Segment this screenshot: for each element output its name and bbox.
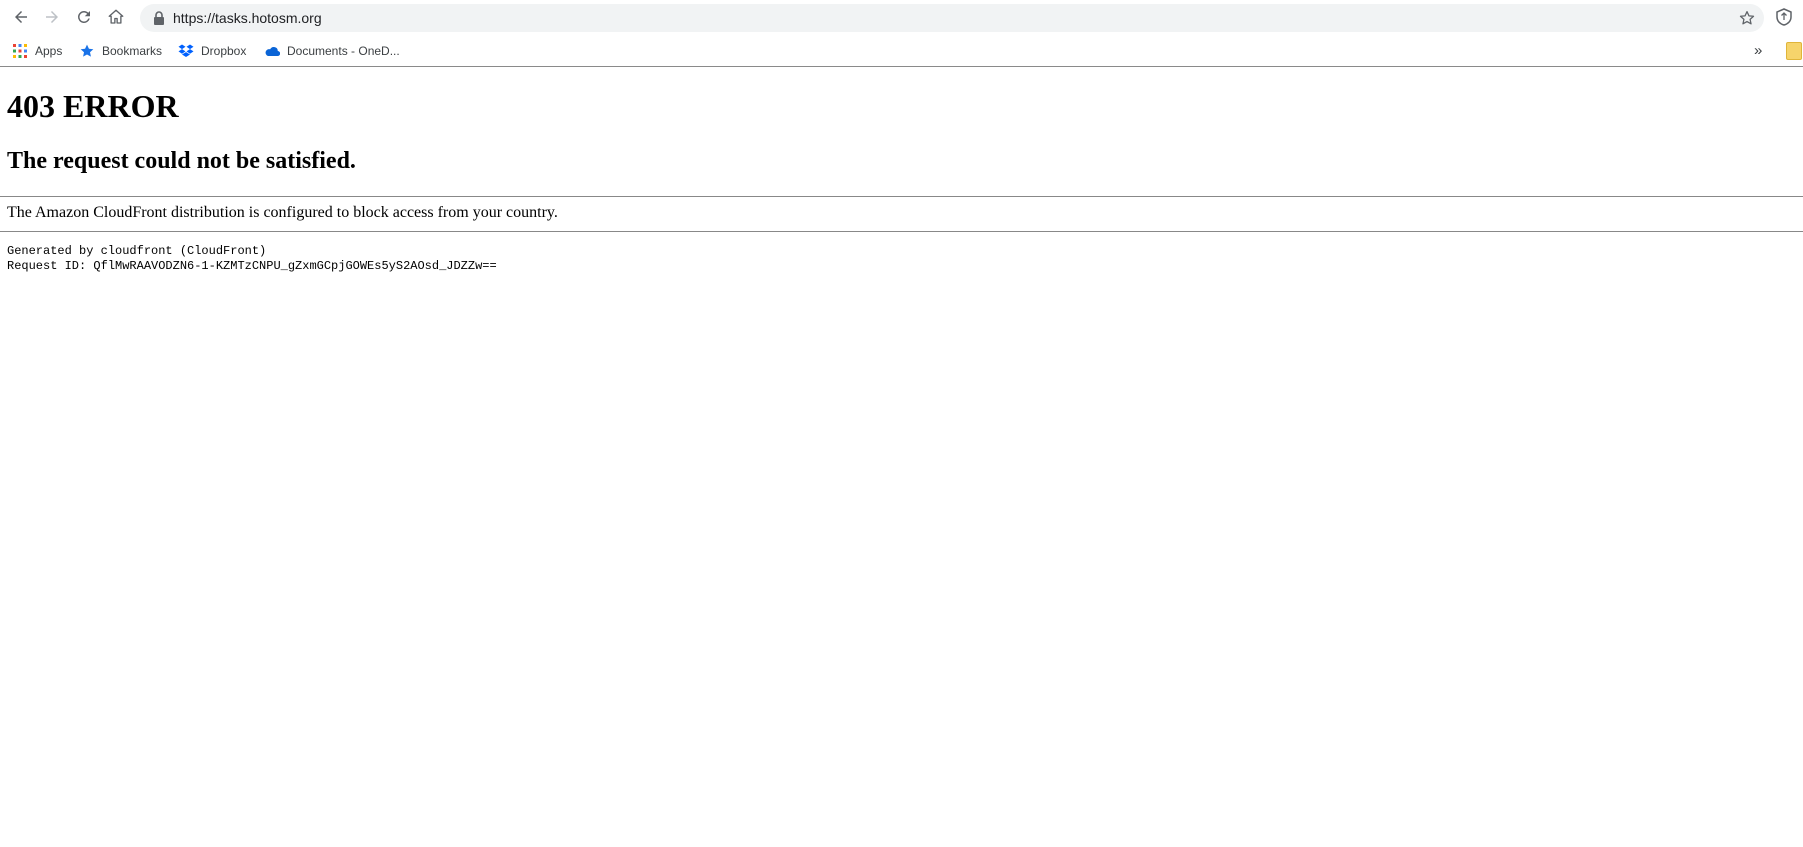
bookmark-label: Documents - OneD... — [287, 44, 400, 58]
error-message: The Amazon CloudFront distribution is co… — [7, 204, 558, 221]
forward-button[interactable] — [39, 4, 65, 30]
arrow-right-icon — [46, 11, 58, 23]
request-id-text: Request ID: QflMwRAAVODZN6-1-KZMTzCNPU_g… — [7, 259, 497, 273]
divider — [0, 196, 1803, 197]
home-icon — [108, 9, 124, 24]
reload-icon — [77, 10, 90, 23]
star-icon — [80, 44, 94, 57]
page-title: 403 ERROR — [7, 88, 179, 124]
url-text[interactable]: https://tasks.hotosm.org — [173, 10, 322, 26]
bookmark-dropbox[interactable]: Dropbox — [178, 41, 246, 61]
shield-extension-icon[interactable] — [1774, 7, 1794, 27]
apps-grid-icon — [13, 44, 27, 58]
bookmark-onedrive[interactable]: Documents - OneD... — [264, 41, 400, 61]
browser-toolbar: https://tasks.hotosm.org — [0, 0, 1803, 34]
bookmark-apps[interactable]: Apps — [12, 41, 62, 61]
generated-by-text: Generated by cloudfront (CloudFront) — [7, 244, 267, 258]
bookmark-bookmarks[interactable]: Bookmarks — [79, 41, 162, 61]
lock-icon — [154, 11, 164, 25]
bookmark-folder-icon[interactable] — [1786, 42, 1802, 60]
page-subtitle: The request could not be satisfied. — [7, 148, 356, 174]
address-bar[interactable]: https://tasks.hotosm.org — [140, 4, 1764, 32]
onedrive-cloud-icon — [265, 47, 280, 57]
bookmarks-overflow-button[interactable]: » — [1754, 42, 1762, 59]
bookmark-label: Bookmarks — [102, 44, 163, 58]
dropbox-icon — [178, 44, 194, 57]
arrow-left-icon — [15, 11, 27, 23]
divider — [0, 231, 1803, 232]
error-footer: Generated by cloudfront (CloudFront) Req… — [7, 244, 497, 274]
bookmark-star-icon[interactable] — [1738, 9, 1756, 27]
bookmark-label: Dropbox — [201, 44, 247, 58]
bookmarks-bar: Apps Bookmarks Dropbox Documents - OneD.… — [0, 36, 1803, 67]
bookmark-label: Apps — [35, 44, 63, 58]
back-button[interactable] — [8, 4, 34, 30]
home-button[interactable] — [103, 4, 129, 30]
reload-button[interactable] — [71, 4, 97, 30]
